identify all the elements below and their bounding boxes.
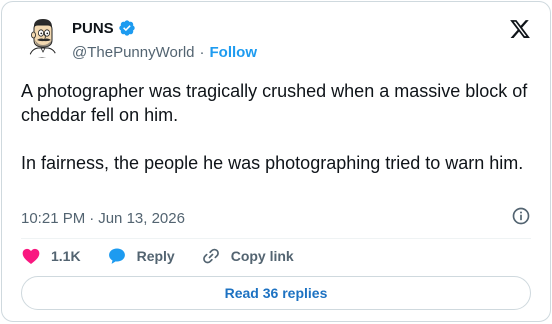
verified-badge-icon [119,20,135,36]
tweet-time: 10:21 PM [21,209,86,227]
bearded-man-avatar-icon [28,19,58,58]
tweet-card: PUNS @ThePunnyWorld · Follow A photograp… [1,1,551,322]
speech-bubble-icon [108,248,125,264]
tweet-date: Jun 13, 2026 [98,209,185,227]
author-handle[interactable]: @ThePunnyWorld [72,44,195,61]
x-logo-icon[interactable] [508,18,532,40]
link-icon [202,248,219,264]
copy-link-label: Copy link [230,248,294,264]
reply-button[interactable]: Reply [107,246,175,266]
tweet-timestamp[interactable]: 10:21 PM · Jun 13, 2026 [21,208,185,228]
read-replies-label: Read 36 replies [224,285,328,301]
tweet-actions: 1.1K Reply Copy link [21,245,320,267]
author-display-name[interactable]: PUNS [72,20,114,37]
handle-separator: · [199,43,205,61]
follow-button[interactable]: Follow [210,44,258,61]
info-icon[interactable] [511,206,531,226]
author-name-row: PUNS [72,18,136,38]
tweet-paragraph: A photographer was tragically crushed wh… [21,81,528,125]
tweet-paragraph: In fairness, the people he was photograp… [21,153,524,173]
tweet-text: A photographer was tragically crushed wh… [21,79,531,175]
copy-link-button[interactable]: Copy link [201,246,294,266]
reply-label: Reply [136,248,175,264]
avatar[interactable] [21,16,63,58]
timestamp-separator: · [89,209,95,227]
heart-icon [22,248,40,264]
author-handle-row: @ThePunnyWorld · Follow [72,42,257,62]
read-replies-button[interactable]: Read 36 replies [21,276,531,310]
like-button[interactable]: 1.1K [21,246,81,266]
divider [21,238,531,239]
like-count: 1.1K [51,248,81,264]
